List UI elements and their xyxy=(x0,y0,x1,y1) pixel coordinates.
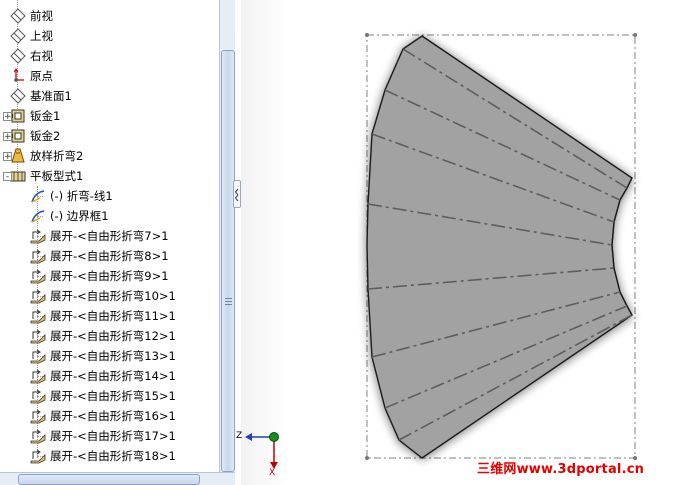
tree-item-label: 原点 xyxy=(30,69,53,83)
lofted-bend-icon xyxy=(10,148,26,164)
tree-item-label: 展开-<自由形折弯13>1 xyxy=(50,349,176,363)
tree-item[interactable]: 原点 xyxy=(10,66,53,86)
panel-collapse-handle[interactable] xyxy=(233,180,241,208)
tree-horizontal-scrollbar[interactable] xyxy=(0,472,235,485)
tree-item[interactable]: 右视 xyxy=(10,46,53,66)
sheet-metal-icon xyxy=(10,108,26,124)
tree-item[interactable]: 展开-<自由形折弯18>1 xyxy=(30,446,176,466)
watermark: 三维网www.3dportal.cn xyxy=(477,462,645,477)
tree-item-label: 平板型式1 xyxy=(30,169,84,183)
tree-item[interactable]: 上视 xyxy=(10,26,53,46)
tree-item-label: 钣金1 xyxy=(30,109,61,123)
tree-connector xyxy=(37,396,43,397)
tree-connector xyxy=(37,336,43,337)
tree-connector xyxy=(37,236,43,237)
expand-icon[interactable]: + xyxy=(3,132,12,142)
tree-item[interactable]: 展开-<自由形折弯17>1 xyxy=(30,426,176,446)
tree-item[interactable]: 展开-<自由形折弯15>1 xyxy=(30,386,176,406)
tree-item-label: 展开-<自由形折弯9>1 xyxy=(50,269,169,283)
tree-connector xyxy=(37,216,43,217)
tree-connector xyxy=(37,436,43,437)
expand-icon[interactable]: + xyxy=(3,112,12,122)
scrollbar-thumb[interactable] xyxy=(221,50,235,472)
tree-item[interactable]: 展开-<自由形折弯10>1 xyxy=(30,286,176,306)
tree-item[interactable]: 展开-<自由形折弯13>1 xyxy=(30,346,176,366)
triad-x-label: X xyxy=(269,468,276,478)
tree-vertical-scrollbar[interactable] xyxy=(219,0,235,472)
graphics-viewport[interactable] xyxy=(241,0,695,485)
tree-item[interactable]: 前视 xyxy=(10,6,53,26)
tree-item[interactable]: 展开-<自由形折弯9>1 xyxy=(30,266,169,286)
tree-item-label: 前视 xyxy=(30,9,53,23)
tree-item-label: (-) 边界框1 xyxy=(50,209,109,223)
plane-icon xyxy=(10,8,26,24)
tree-connector xyxy=(37,376,43,377)
tree-item[interactable]: 展开-<自由形折弯16>1 xyxy=(30,406,176,426)
tree-item-label: 展开-<自由形折弯8>1 xyxy=(50,249,169,263)
plane-icon xyxy=(10,88,26,104)
tree-item[interactable]: 展开-<自由形折弯11>1 xyxy=(30,306,176,326)
tree-item[interactable]: 展开-<自由形折弯12>1 xyxy=(30,326,176,346)
tree-connector xyxy=(37,276,43,277)
tree-connector xyxy=(37,256,43,257)
tree-item-label: 展开-<自由形折弯12>1 xyxy=(50,329,176,343)
tree-connector xyxy=(37,196,43,197)
tree-item-label: 展开-<自由形折弯10>1 xyxy=(50,289,176,303)
tree-item-label: 上视 xyxy=(30,29,53,43)
tree-item-label: 展开-<自由形折弯16>1 xyxy=(50,409,176,423)
tree-item[interactable]: 展开-<自由形折弯7>1 xyxy=(30,226,169,246)
tree-item-label: 展开-<自由形折弯11>1 xyxy=(50,309,176,323)
flat-pattern-icon xyxy=(10,168,26,184)
tree-item-label: 基准面1 xyxy=(30,89,72,103)
tree-item-label: 展开-<自由形折弯18>1 xyxy=(50,449,176,463)
tree-connector xyxy=(37,356,43,357)
scrollbar-thumb[interactable] xyxy=(18,474,200,485)
tree-item[interactable]: 钣金2 xyxy=(10,126,60,146)
tree-item[interactable]: 平板型式1 xyxy=(10,166,83,186)
tree-item[interactable]: 展开-<自由形折弯14>1 xyxy=(30,366,176,386)
tree-item-label: 展开-<自由形折弯17>1 xyxy=(50,429,176,443)
sheet-metal-icon xyxy=(10,128,26,144)
tree-item-label: 放样折弯2 xyxy=(30,149,84,163)
tree-item-label: 展开-<自由形折弯14>1 xyxy=(50,369,176,383)
origin-icon xyxy=(10,68,26,84)
tree-item-label: (-) 折弯-线1 xyxy=(50,189,113,203)
tree-connector xyxy=(37,316,43,317)
tree-item-label: 钣金2 xyxy=(30,129,61,143)
tree-item[interactable]: 展开-<自由形折弯8>1 xyxy=(30,246,169,266)
tree-connector xyxy=(37,296,43,297)
expand-icon[interactable]: + xyxy=(3,152,12,162)
collapse-icon[interactable]: - xyxy=(3,172,12,182)
tree-item[interactable]: 放样折弯2 xyxy=(10,146,83,166)
plane-icon xyxy=(10,48,26,64)
tree-item[interactable]: 基准面1 xyxy=(10,86,72,106)
plane-icon xyxy=(10,28,26,44)
grip-icon xyxy=(225,298,232,306)
triad-z-label: Z xyxy=(236,431,243,441)
tree-item-label: 右视 xyxy=(30,49,53,63)
tree-item-label: 展开-<自由形折弯7>1 xyxy=(50,229,169,243)
tree-item[interactable]: 钣金1 xyxy=(10,106,60,126)
tree-connector xyxy=(37,456,43,457)
feature-manager-tree: 前视上视右视原点基准面1 钣金1 钣金2 放样折弯2 平板型式1 (-) 折弯-线1 (-)… xyxy=(0,0,219,472)
tree-connector xyxy=(37,416,43,417)
tree-item-label: 展开-<自由形折弯15>1 xyxy=(50,389,176,403)
